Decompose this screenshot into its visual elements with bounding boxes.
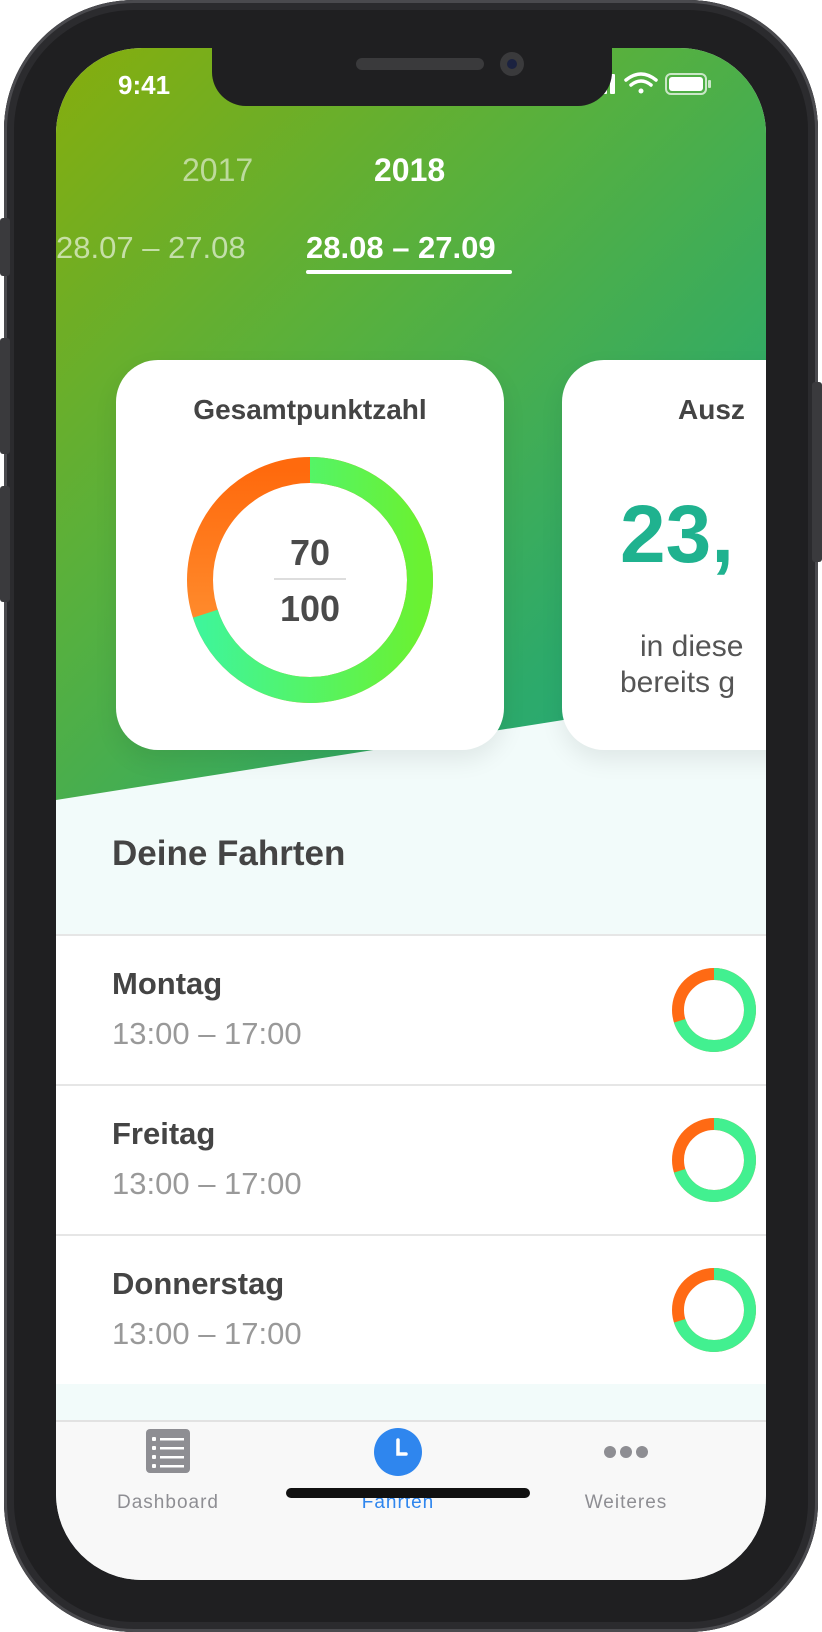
wifi-icon [624,72,658,94]
trip-day: Montag [112,966,223,1001]
tab-weiteres-label: Weiteres [584,1492,668,1513]
year-2018-tab[interactable]: 2018 [374,152,445,189]
year-2017-tab[interactable]: 2017 [182,152,253,189]
home-indicator [286,1488,530,1498]
payout-card[interactable]: Ausz 23, in diese bereits g [562,360,766,750]
payout-card-title: Ausz [678,394,745,425]
more-dots-icon [604,1446,648,1458]
trip-score-ring-icon [672,1268,756,1352]
score-card-title: Gesamtpunktzahl [193,394,427,425]
volume-up-button [0,338,10,454]
period-current-tab[interactable]: 28.08 – 27.09 [306,230,496,266]
trip-row[interactable]: Donnerstag 13:00 – 17:00 [56,1234,766,1384]
trip-list: Montag 13:00 – 17:00 Freitag 13:00 – 17:… [56,934,766,1384]
tab-dashboard[interactable]: Dashboard [68,1426,268,1513]
notch [212,48,612,106]
trip-row[interactable]: Montag 13:00 – 17:00 [56,934,766,1084]
power-button [812,382,822,562]
tab-dashboard-label: Dashboard [117,1492,219,1513]
list-icon [146,1429,190,1473]
clock-icon [374,1428,422,1476]
tab-weiteres[interactable]: Weiteres [526,1426,726,1513]
trip-row[interactable]: Freitag 13:00 – 17:00 [56,1084,766,1234]
tab-fahrten[interactable]: Fahrten [298,1426,498,1513]
speaker [356,58,484,70]
payout-description-line1: in diese [640,630,744,663]
app-screen: 9:41 2017 2018 28.07 – 27.08 28.08 – 27.… [56,48,766,1580]
trip-day: Freitag [112,1116,216,1151]
score-value: 70 [289,532,331,573]
status-time: 9:41 [118,70,171,100]
period-active-indicator [306,270,512,274]
trip-time: 13:00 – 17:00 [112,1316,302,1351]
trip-time: 13:00 – 17:00 [112,1016,302,1051]
score-card[interactable]: Gesamtpunktzahl 70 100 [116,360,504,750]
trip-score-ring-icon [672,968,756,1052]
camera [500,52,524,76]
payout-description-line2: bereits g [620,666,736,699]
score-donut-chart [187,457,433,703]
trip-day: Donnerstag [112,1266,285,1301]
tab-bar: Dashboard Fahrten Weiteres [56,1420,766,1580]
battery-icon [665,73,711,95]
trip-time: 13:00 – 17:00 [112,1166,302,1201]
score-divider [274,578,346,580]
section-title: Deine Fahrten [112,834,346,873]
payout-amount: 23, [620,489,734,580]
mute-switch [0,218,10,276]
period-previous-tab[interactable]: 28.07 – 27.08 [56,230,246,266]
score-max: 100 [279,588,341,629]
volume-down-button [0,486,10,602]
trip-score-ring-icon [672,1118,756,1202]
